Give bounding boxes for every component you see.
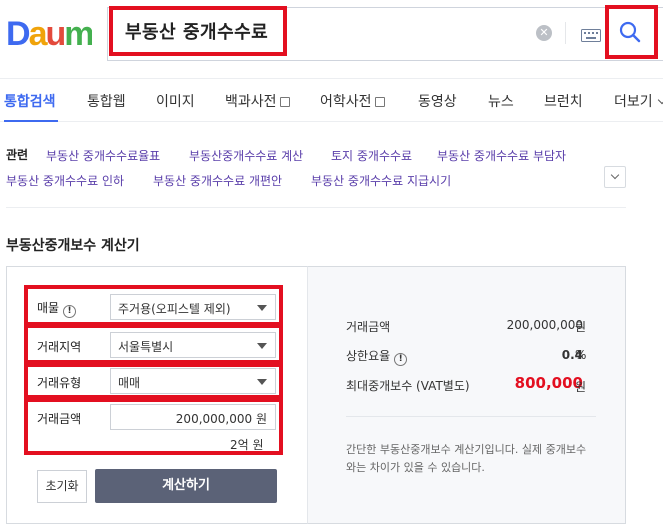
tab-all[interactable]: 통합검색 bbox=[4, 91, 56, 111]
dictionary-icon bbox=[279, 97, 290, 107]
rate-label: 상한요율 bbox=[346, 349, 391, 363]
clear-icon[interactable]: ✕ bbox=[536, 25, 552, 41]
result-amount-label: 거래금액 bbox=[346, 320, 391, 334]
search-query-highlight bbox=[109, 6, 287, 56]
daum-logo[interactable]: Daum bbox=[6, 12, 95, 54]
tab-video[interactable]: 동영상 bbox=[418, 91, 457, 111]
result-amount-value: 200,000,000 bbox=[506, 318, 583, 332]
related-link[interactable]: 부동산중개수수료 계산 bbox=[189, 147, 303, 164]
fee-label: 최대중개보수 (VAT별도) bbox=[346, 379, 470, 393]
related-label: 관련 bbox=[6, 148, 29, 162]
svg-text:Daum: Daum bbox=[6, 15, 92, 53]
chevron-down-icon bbox=[657, 95, 663, 105]
related-link[interactable]: 부동산 중개수수료 인하 bbox=[6, 172, 124, 189]
search-tabs: 통합검색 통합웹 이미지 백과사전 어학사전 동영상 뉴스 브런치 더보기 bbox=[0, 78, 663, 122]
amount-highlight bbox=[24, 398, 283, 455]
info-icon[interactable]: ! bbox=[394, 353, 408, 366]
related-link[interactable]: 부동산 중개수수료율표 bbox=[46, 147, 160, 164]
region-highlight bbox=[24, 324, 283, 364]
calculate-button[interactable]: 계산하기 bbox=[95, 469, 277, 503]
calculator-notice: 간단한 부동산중개보수 계산기입니다. 실제 중개보수와는 차이가 있을 수 있… bbox=[346, 443, 587, 474]
keyboard-icon[interactable] bbox=[581, 27, 601, 42]
tab-encyclopedia-label: 백과사전 bbox=[225, 94, 277, 110]
result-amount-unit: 원 bbox=[575, 320, 587, 334]
related-link[interactable]: 부동산 중개수수료 지급시기 bbox=[311, 172, 451, 189]
type-highlight bbox=[24, 363, 283, 399]
related-expand-button[interactable] bbox=[604, 166, 626, 188]
reset-button[interactable]: 초기화 bbox=[37, 470, 87, 503]
tab-encyclopedia[interactable]: 백과사전 bbox=[225, 91, 290, 111]
related-link[interactable]: 부동산 중개수수료 개편안 bbox=[153, 172, 282, 189]
fee-value: 800,000 bbox=[514, 374, 583, 392]
fee-unit: 원 bbox=[575, 380, 587, 394]
divider bbox=[346, 416, 596, 417]
tab-dictionary[interactable]: 어학사전 bbox=[320, 91, 385, 111]
tab-news[interactable]: 뉴스 bbox=[488, 91, 514, 111]
property-highlight bbox=[24, 285, 283, 326]
tab-more[interactable]: 더보기 bbox=[614, 91, 663, 111]
tab-brunch[interactable]: 브런치 bbox=[544, 91, 583, 111]
divider bbox=[6, 207, 626, 208]
search-button-highlight bbox=[605, 5, 658, 59]
tab-dictionary-label: 어학사전 bbox=[320, 94, 372, 110]
active-tab-indicator bbox=[4, 120, 58, 122]
tab-image[interactable]: 이미지 bbox=[156, 91, 195, 111]
calculator-result-panel bbox=[307, 266, 626, 524]
related-link[interactable]: 토지 중개수수료 bbox=[331, 147, 412, 164]
related-link[interactable]: 부동산 중개수수료 부담자 bbox=[437, 147, 566, 164]
tab-web[interactable]: 통합웹 bbox=[87, 91, 126, 111]
chevron-down-icon bbox=[610, 170, 620, 180]
tab-more-label: 더보기 bbox=[614, 94, 653, 110]
rate-unit: % bbox=[575, 348, 587, 362]
calculator-title: 부동산중개보수 계산기 bbox=[6, 238, 140, 254]
dictionary-icon bbox=[374, 97, 385, 107]
rate-field-label: 상한요율! bbox=[346, 347, 408, 366]
divider bbox=[565, 22, 566, 44]
